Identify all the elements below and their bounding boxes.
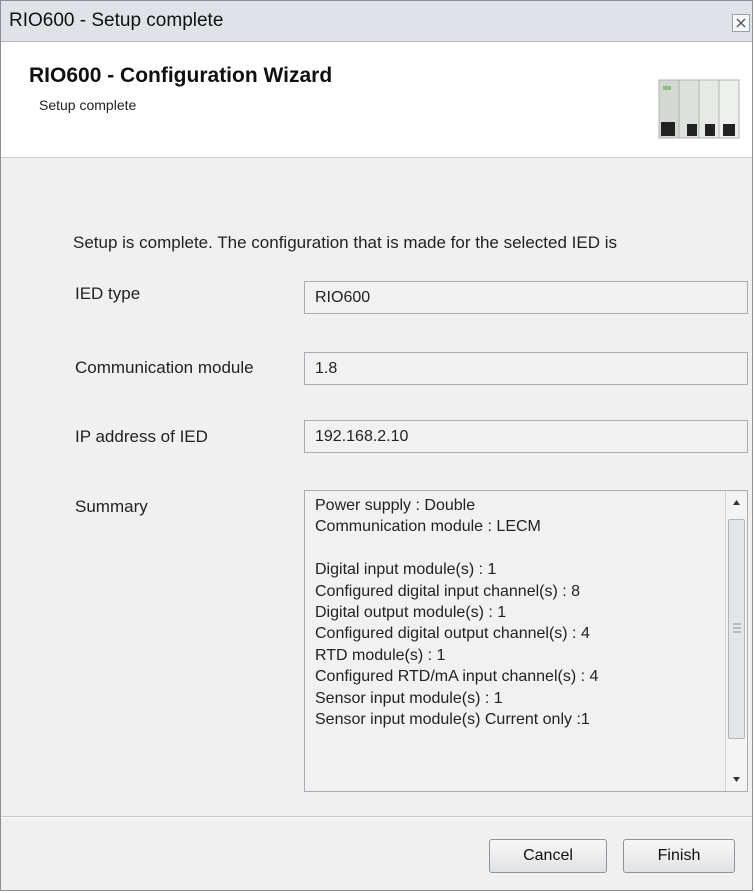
wizard-title: RIO600 - Configuration Wizard (29, 64, 333, 87)
summary-line: Sensor input module(s) Current only :1 (315, 710, 590, 728)
summary-content: Power supply : Double Communication modu… (315, 495, 598, 730)
summary-line: Configured RTD/mA input channel(s) : 4 (315, 668, 599, 686)
wizard-window: RIO600 - Setup complete RIO600 - Configu… (0, 0, 753, 891)
ip-address-label: IP address of IED (75, 427, 208, 446)
ip-address-field[interactable]: 192.168.2.10 (304, 420, 748, 453)
summary-line: Digital output module(s) : 1 (315, 603, 507, 621)
footer-divider (1, 816, 752, 818)
wizard-subtitle: Setup complete (39, 97, 137, 113)
comm-module-field[interactable]: 1.8 (304, 352, 748, 385)
cancel-button[interactable]: Cancel (489, 839, 607, 873)
scroll-down-arrow-icon (733, 777, 740, 782)
ied-type-field[interactable]: RIO600 (304, 281, 748, 314)
summary-scrollbar[interactable] (725, 491, 747, 791)
summary-line: Digital input module(s) : 1 (315, 561, 497, 579)
summary-line: Configured digital output channel(s) : 4 (315, 625, 590, 643)
scroll-grip-icon (733, 623, 741, 633)
scroll-up-button[interactable] (726, 491, 747, 515)
scroll-up-arrow-icon (733, 500, 740, 505)
summary-line: Power supply : Double (315, 497, 476, 514)
device-image-icon (651, 66, 744, 150)
close-icon (736, 18, 746, 28)
finish-button[interactable]: Finish (623, 839, 735, 873)
summary-line: Configured digital input channel(s) : 8 (315, 582, 581, 600)
scroll-down-button[interactable] (726, 767, 747, 791)
scroll-thumb[interactable] (728, 519, 745, 739)
title-bar: RIO600 - Setup complete (1, 1, 752, 42)
summary-line: RTD module(s) : 1 (315, 646, 446, 664)
summary-line (315, 538, 598, 559)
wizard-header: RIO600 - Configuration Wizard Setup comp… (1, 42, 752, 158)
summary-line: Communication module : LECM (315, 518, 541, 536)
summary-label: Summary (75, 497, 148, 516)
close-button[interactable] (732, 14, 750, 32)
summary-line: Sensor input module(s) : 1 (315, 689, 503, 707)
ied-type-label: IED type (75, 284, 141, 303)
window-title: RIO600 - Setup complete (9, 10, 224, 31)
summary-textbox[interactable]: Power supply : Double Communication modu… (304, 490, 748, 792)
comm-module-label: Communication module (75, 358, 254, 377)
intro-text: Setup is complete. The configuration tha… (73, 233, 617, 252)
